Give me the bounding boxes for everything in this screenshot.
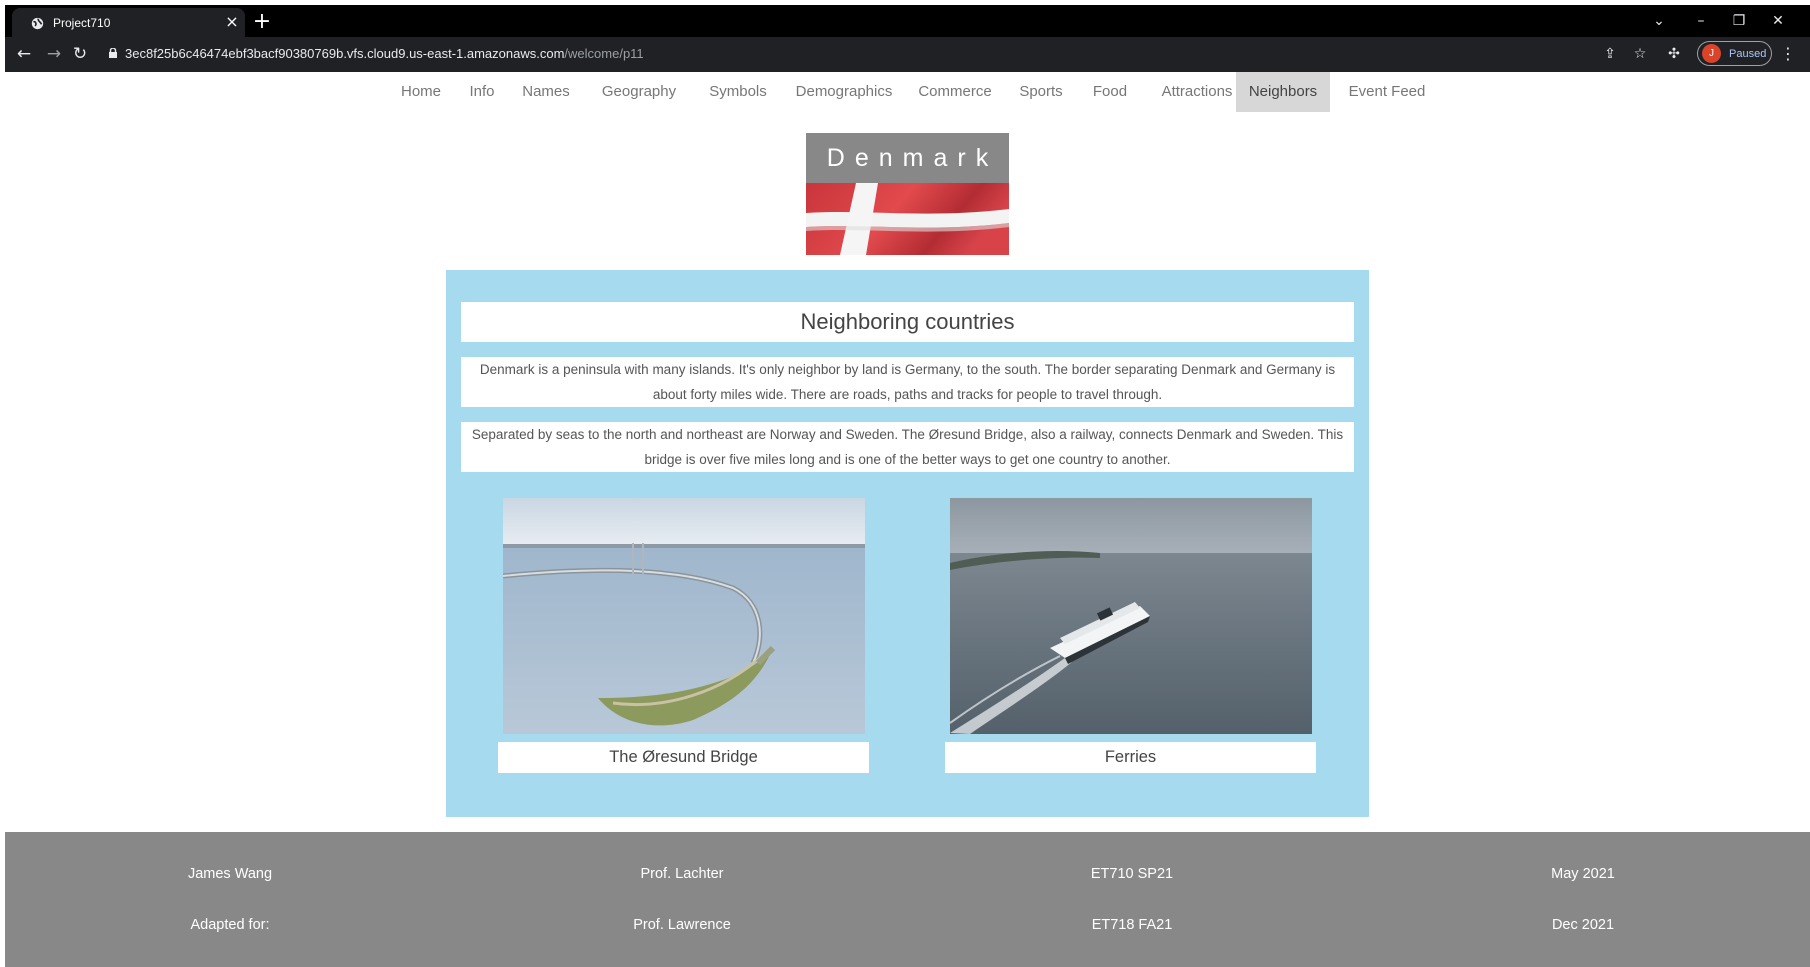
nav-neighbors[interactable]: Neighbors [1236, 72, 1330, 112]
paragraph-land-neighbor: Denmark is a peninsula with many islands… [461, 357, 1354, 407]
bridge-caption: The Øresund Bridge [498, 742, 869, 773]
footer-author: James Wang [187, 866, 273, 882]
nav-event-feed[interactable]: Event Feed [1335, 72, 1439, 112]
close-icon[interactable]: × [224, 14, 240, 30]
reload-icon[interactable]: ↻ [69, 43, 91, 65]
nav-food[interactable]: Food [1077, 72, 1143, 112]
new-tab-icon[interactable]: + [252, 11, 272, 33]
browser-toolbar: ← → ↻ 3ec8f25b6c46474ebf3bacf90380769b.v… [5, 37, 1810, 72]
footer-course: ET710 SP21 [1090, 866, 1174, 882]
nav-names[interactable]: Names [511, 72, 581, 112]
globe-icon [31, 17, 44, 30]
share-icon[interactable]: ⇪ [1600, 44, 1620, 64]
address-bar[interactable]: 3ec8f25b6c46474ebf3bacf90380769b.vfs.clo… [101, 40, 1456, 68]
url-text: 3ec8f25b6c46474ebf3bacf90380769b.vfs.clo… [125, 46, 644, 61]
window-close-icon[interactable]: ✕ [1768, 11, 1788, 31]
page-title: Denmark [806, 133, 1009, 183]
nav-demographics[interactable]: Demographics [781, 72, 907, 112]
lock-icon [109, 48, 117, 58]
nav-attractions[interactable]: Attractions [1143, 72, 1251, 112]
paragraph-sea-neighbors: Separated by seas to the north and north… [461, 422, 1354, 472]
tab-title: Project710 [53, 16, 111, 30]
oresund-bridge-image [503, 498, 865, 734]
browser-tab[interactable]: Project710 × [12, 8, 245, 38]
footer-professor: Prof. Lachter [640, 866, 724, 882]
nav-geography[interactable]: Geography [589, 72, 689, 112]
footer-adapted-professor: Prof. Lawrence [633, 917, 731, 933]
section-title: Neighboring countries [461, 302, 1354, 342]
more-menu-icon[interactable]: ⋮ [1780, 44, 1796, 64]
footer-adapted-course: ET718 FA21 [1091, 917, 1173, 933]
neighbors-panel: Neighboring countries Denmark is a penin… [446, 270, 1369, 817]
ferry-image [950, 498, 1312, 734]
ferries-caption: Ferries [945, 742, 1316, 773]
minimize-icon[interactable]: – [1691, 11, 1711, 31]
nav-sports[interactable]: Sports [1003, 72, 1079, 112]
bookmark-star-icon[interactable]: ☆ [1630, 44, 1650, 64]
footer: James Wang Prof. Lachter ET710 SP21 May … [5, 832, 1810, 967]
extensions-icon[interactable]: ✣ [1664, 44, 1684, 64]
avatar: J [1702, 44, 1721, 63]
tab-strip: Project710 × + ⌄ – ❐ ✕ [5, 5, 1810, 38]
nav-info[interactable]: Info [455, 72, 509, 112]
footer-adapted-label: Adapted for: [190, 917, 270, 933]
nav-commerce[interactable]: Commerce [903, 72, 1007, 112]
country-header: Denmark [806, 133, 1009, 255]
tab-search-icon[interactable]: ⌄ [1649, 11, 1669, 31]
back-icon[interactable]: ← [13, 43, 35, 65]
profile-button[interactable]: J Paused [1697, 41, 1772, 66]
nav-home[interactable]: Home [389, 72, 453, 112]
nav-symbols[interactable]: Symbols [695, 72, 781, 112]
denmark-flag-image [806, 183, 1009, 255]
restore-icon[interactable]: ❐ [1729, 11, 1749, 31]
footer-adapted-date: Dec 2021 [1551, 917, 1615, 933]
forward-icon[interactable]: → [43, 43, 65, 65]
site-nav: Home Info Names Geography Symbols Demogr… [5, 72, 1810, 112]
footer-date: May 2021 [1551, 866, 1615, 882]
profile-status: Paused [1729, 47, 1767, 60]
browser-chrome: Project710 × + ⌄ – ❐ ✕ ← → ↻ 3ec8f25b6c4… [5, 5, 1810, 72]
